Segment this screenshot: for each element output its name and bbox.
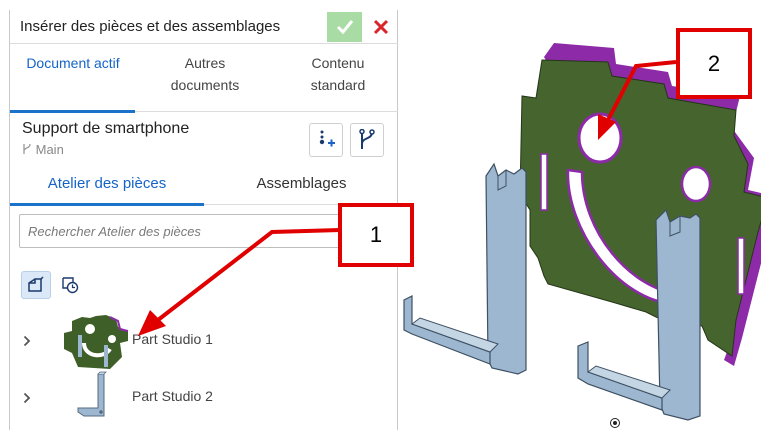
tab-assemblies[interactable]: Assemblages [204,175,399,192]
plate-hole [680,165,712,203]
tab-label-line2: documents [170,77,240,93]
plate-slot [540,153,548,211]
close-icon [373,19,389,35]
callout-box: 2 [676,28,752,99]
list-item[interactable]: Part Studio 1 [10,313,399,369]
part-studio-label: Part Studio 2 [132,388,213,404]
callout-box: 1 [338,203,414,267]
tab-label: Contenu [311,55,365,71]
filter-composite-button[interactable] [55,271,85,299]
origin-marker-icon [610,418,620,428]
insert-configuration-button[interactable] [309,123,343,157]
part-studio-label: Part Studio 1 [132,331,213,347]
chevron-right-icon[interactable] [20,331,34,351]
branch-icon [359,129,375,149]
search-input[interactable] [21,216,351,246]
callout-number: 2 [707,50,721,76]
panel-header: Insérer des pièces et des assemblages [10,10,399,44]
insert-plus-icon [319,130,335,147]
plate-slot [737,237,745,295]
composite-part-icon [62,277,79,294]
callout-number: 1 [369,222,383,247]
active-tab-indicator [10,110,135,113]
check-icon [336,20,353,35]
filter-parts-button[interactable] [21,271,51,299]
plate-hole [577,112,623,164]
branch-name: Main [35,142,64,157]
cancel-button[interactable] [366,12,396,42]
active-tab-indicator [10,203,204,206]
document-name: Support de smartphone [22,120,190,137]
panel-title: Insérer des pièces et des assemblages [20,18,281,35]
tab-other-documents[interactable]: Autres documents [160,52,250,96]
confirm-button[interactable] [327,12,362,42]
tab-standard-content[interactable]: Contenu standard [288,52,388,96]
tab-label: Autres [184,55,226,71]
tab-label: Document actif [26,55,120,71]
branch-label: Main [22,142,64,157]
part-icon [28,276,44,292]
search-box [19,214,389,248]
tab-label-line2: standard [310,77,366,93]
part-studio-thumbnail [50,313,130,369]
tab-active-document[interactable]: Document actif [14,52,132,74]
branch-icon [23,143,31,154]
part-studio-thumbnail [50,370,130,426]
tab-part-studios[interactable]: Atelier des pièces [10,175,204,192]
chevron-right-icon[interactable] [20,388,34,408]
bracket-left [403,162,527,375]
list-item[interactable]: Part Studio 2 [10,370,399,426]
version-graph-button[interactable] [350,123,384,157]
